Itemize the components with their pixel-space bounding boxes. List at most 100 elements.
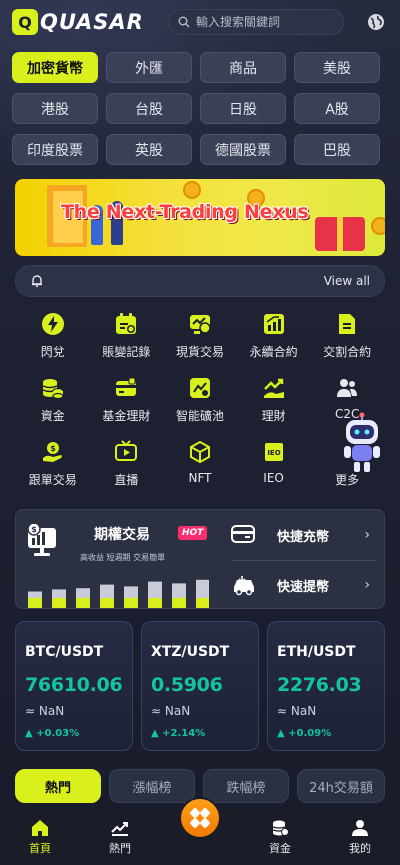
- brand-logo[interactable]: Q QUASAR: [12, 9, 162, 35]
- feature-perpetual-contract[interactable]: 永續合約: [237, 305, 311, 369]
- feature-spot-trading[interactable]: 現貨交易: [163, 305, 237, 369]
- market-chip-uk-stocks[interactable]: 英股: [106, 134, 192, 165]
- nav-home[interactable]: 首頁: [0, 809, 80, 865]
- nav-label: 我的: [349, 842, 371, 855]
- up-arrow-icon: ▲: [151, 728, 163, 739]
- language-globe-icon[interactable]: [364, 10, 388, 34]
- market-chip-jp-stocks[interactable]: 日股: [200, 93, 286, 124]
- feature-live-stream[interactable]: 直播: [90, 433, 164, 497]
- tab-hot[interactable]: 熱門: [15, 769, 101, 803]
- feature-label: 永續合約: [249, 345, 298, 359]
- coins-icon: [40, 375, 66, 401]
- nav-label: 資金: [269, 842, 291, 855]
- center-icon: [190, 808, 210, 828]
- search-box[interactable]: [168, 9, 344, 35]
- tab-gainers[interactable]: 漲幅榜: [109, 769, 195, 803]
- hot-badge: HOT: [178, 526, 208, 540]
- options-bar-fill: [28, 598, 42, 608]
- feature-label: 智能礦池: [175, 409, 224, 423]
- ticker-fiat-value: ≈ NaN: [277, 704, 317, 718]
- notice-bar[interactable]: View all: [15, 265, 385, 297]
- perpetual-contract-icon: [261, 311, 287, 337]
- feature-label: 賬變記錄: [102, 345, 151, 359]
- nft-cube-icon: [187, 439, 213, 465]
- fund-icon: [113, 375, 139, 401]
- top-header: Q QUASAR: [0, 0, 400, 44]
- home-icon: [30, 818, 50, 838]
- quick-deposit-row[interactable]: 快捷充幣 ›: [215, 510, 384, 560]
- ticker-card-xtz[interactable]: XTZ/USDT 0.5906 ≈ NaN ▲ +2.14%: [141, 621, 259, 751]
- ticker-pair: ETH/USDT: [277, 644, 356, 660]
- ticker-fiat-value: ≈ NaN: [151, 704, 191, 718]
- options-quick-panel: $ 期權交易 HOT 高收益 短週期 交易簡單 快捷充幣 › 快速提幣 ›: [15, 509, 385, 609]
- feature-label: 直播: [114, 473, 139, 487]
- delivery-contract-icon: [334, 311, 360, 337]
- ticker-change: ▲ +2.14%: [151, 728, 206, 739]
- view-all-link[interactable]: View all: [324, 274, 370, 288]
- feature-wealth-management[interactable]: 理財: [237, 369, 311, 433]
- ticker-price: 2276.03: [277, 674, 362, 696]
- live-icon: [113, 439, 139, 465]
- quick-withdraw-row[interactable]: 快速提幣 ›: [215, 560, 384, 608]
- market-chip-forex[interactable]: 外匯: [106, 52, 192, 83]
- market-chip-hk-stocks[interactable]: 港股: [12, 93, 98, 124]
- ticker-card-eth[interactable]: ETH/USDT 2276.03 ≈ NaN ▲ +0.09%: [267, 621, 385, 751]
- feature-label: 現貨交易: [175, 345, 224, 359]
- svg-text:IEO: IEO: [267, 449, 280, 457]
- feature-account-records[interactable]: 賬變記錄: [90, 305, 164, 369]
- svg-text:$: $: [31, 525, 37, 534]
- up-arrow-icon: ▲: [25, 728, 37, 739]
- chevron-right-icon: ›: [364, 577, 370, 593]
- nav-funds[interactable]: 資金: [240, 809, 320, 865]
- feature-delivery-contract[interactable]: 交割合約: [310, 305, 384, 369]
- market-chip-us-stocks[interactable]: 美股: [294, 52, 380, 83]
- ieo-icon: IEO: [261, 439, 287, 465]
- tab-24h-volume[interactable]: 24h交易額: [297, 769, 385, 803]
- feature-funds[interactable]: 資金: [16, 369, 90, 433]
- card-icon: [231, 525, 255, 543]
- banner-gift-illustration: [315, 217, 365, 251]
- search-input[interactable]: [196, 15, 336, 29]
- feature-label: 閃兌: [40, 345, 65, 359]
- feature-fund-investment[interactable]: 基金理財: [90, 369, 164, 433]
- options-subtitle: 高收益 短週期 交易簡單: [80, 553, 166, 562]
- market-chip-commodities[interactable]: 商品: [200, 52, 286, 83]
- ticker-change: ▲ +0.03%: [25, 728, 80, 739]
- market-chip-br-stocks[interactable]: 巴股: [294, 134, 380, 165]
- feature-label: 基金理財: [102, 409, 151, 423]
- options-bar-fill: [52, 598, 66, 608]
- chevron-right-icon: ›: [364, 527, 370, 543]
- feature-smart-mining-pool[interactable]: 智能礦池: [163, 369, 237, 433]
- options-bars-illustration: [28, 579, 209, 608]
- nav-hot[interactable]: 熱門: [80, 809, 160, 865]
- tab-losers[interactable]: 跌幅榜: [203, 769, 289, 803]
- market-chip-tw-stocks[interactable]: 台股: [106, 93, 192, 124]
- promo-banner[interactable]: The Next-Trading Nexus: [15, 179, 385, 256]
- market-chip-india-stocks[interactable]: 印度股票: [12, 134, 98, 165]
- svg-text:$: $: [50, 444, 56, 453]
- feature-flash-swap[interactable]: 閃兌: [16, 305, 90, 369]
- ticker-card-btc[interactable]: BTC/USDT 76610.06 ≈ NaN ▲ +0.03%: [15, 621, 133, 751]
- logo-mark: Q: [12, 9, 38, 35]
- feature-label: 理財: [261, 409, 286, 423]
- feature-copy-trading[interactable]: $ 跟單交易: [16, 433, 90, 497]
- users-icon: [334, 375, 360, 401]
- ticker-price: 0.5906: [151, 674, 223, 696]
- robot-assistant-icon[interactable]: [340, 412, 384, 474]
- market-chip-crypto[interactable]: 加密貨幣: [12, 52, 98, 83]
- banner-coin-icon: [183, 181, 201, 199]
- nav-profile[interactable]: 我的: [320, 809, 400, 865]
- center-action-button[interactable]: [179, 797, 221, 839]
- bell-icon: [32, 275, 42, 288]
- options-trading-card[interactable]: $ 期權交易 HOT 高收益 短週期 交易簡單: [16, 510, 214, 608]
- feature-ieo[interactable]: IEO IEO: [237, 433, 311, 497]
- logo-text: QUASAR: [40, 10, 144, 34]
- trend-icon: [110, 818, 130, 838]
- options-bar-fill: [148, 598, 162, 608]
- nav-label: 熱門: [109, 842, 131, 855]
- market-chip-de-stocks[interactable]: 德國股票: [200, 134, 286, 165]
- market-chip-a-shares[interactable]: A股: [294, 93, 380, 124]
- quick-withdraw-label: 快速提幣: [277, 579, 330, 595]
- feature-nft[interactable]: NFT: [163, 433, 237, 497]
- options-chart-icon: $: [26, 522, 62, 558]
